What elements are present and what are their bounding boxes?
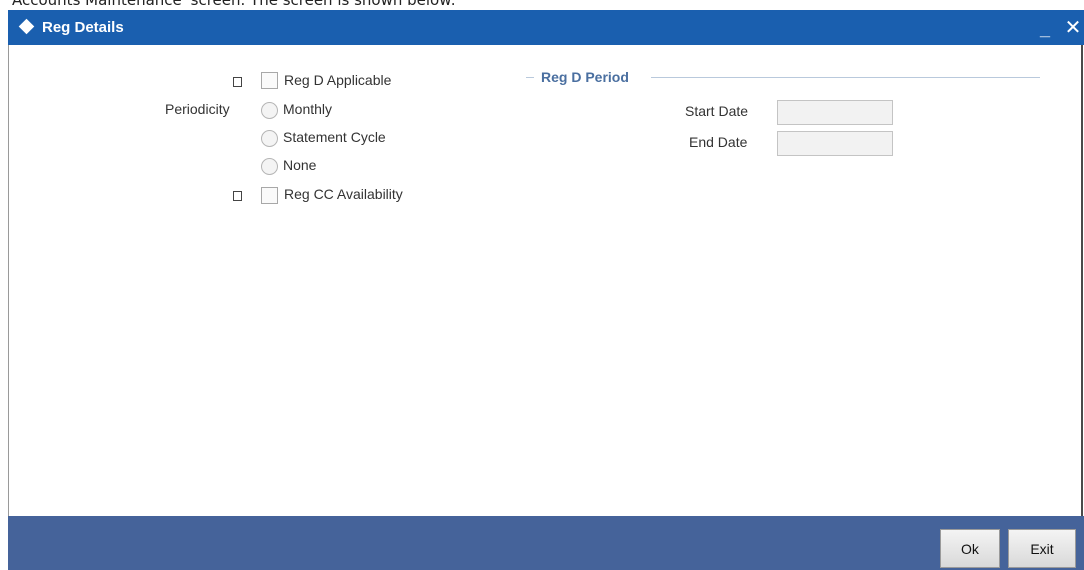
- ok-button[interactable]: Ok: [940, 529, 1000, 568]
- end-date-input[interactable]: [777, 131, 893, 156]
- document-caption: Accounts Maintenance' screen. The screen…: [12, 0, 456, 9]
- window-title: Reg Details: [42, 19, 124, 36]
- start-date-input[interactable]: [777, 100, 893, 125]
- diamond-icon: [18, 18, 35, 35]
- form-body: Reg D Applicable Periodicity Monthly Sta…: [8, 45, 1083, 516]
- periodicity-statement-cycle-label: Statement Cycle: [283, 129, 386, 145]
- end-date-label: End Date: [689, 134, 748, 150]
- footer-bar: Ok Exit: [8, 516, 1084, 570]
- required-marker-icon: [233, 77, 242, 87]
- reg-d-period-legend: Reg D Period: [541, 69, 629, 85]
- periodicity-none-label: None: [283, 157, 317, 173]
- periodicity-monthly-label: Monthly: [283, 101, 333, 117]
- reg-d-applicable-checkbox[interactable]: [261, 72, 278, 89]
- start-date-label: Start Date: [685, 103, 749, 119]
- fieldset-border: [526, 77, 534, 78]
- periodicity-monthly-radio[interactable]: [261, 102, 278, 119]
- minimize-button[interactable]: _: [1036, 18, 1054, 40]
- exit-button[interactable]: Exit: [1008, 529, 1076, 568]
- reg-cc-availability-checkbox[interactable]: [261, 187, 278, 204]
- periodicity-label: Periodicity: [165, 101, 230, 117]
- title-bar: Reg Details _ ✕: [8, 10, 1084, 45]
- fieldset-border: [651, 77, 1040, 78]
- reg-d-applicable-label: Reg D Applicable: [284, 72, 392, 88]
- required-marker-icon: [233, 191, 242, 201]
- periodicity-statement-cycle-radio[interactable]: [261, 130, 278, 147]
- close-button[interactable]: ✕: [1063, 16, 1083, 40]
- reg-cc-availability-label: Reg CC Availability: [284, 186, 403, 202]
- periodicity-none-radio[interactable]: [261, 158, 278, 175]
- reg-details-window: Reg Details _ ✕ Reg D Applicable Periodi…: [8, 10, 1084, 570]
